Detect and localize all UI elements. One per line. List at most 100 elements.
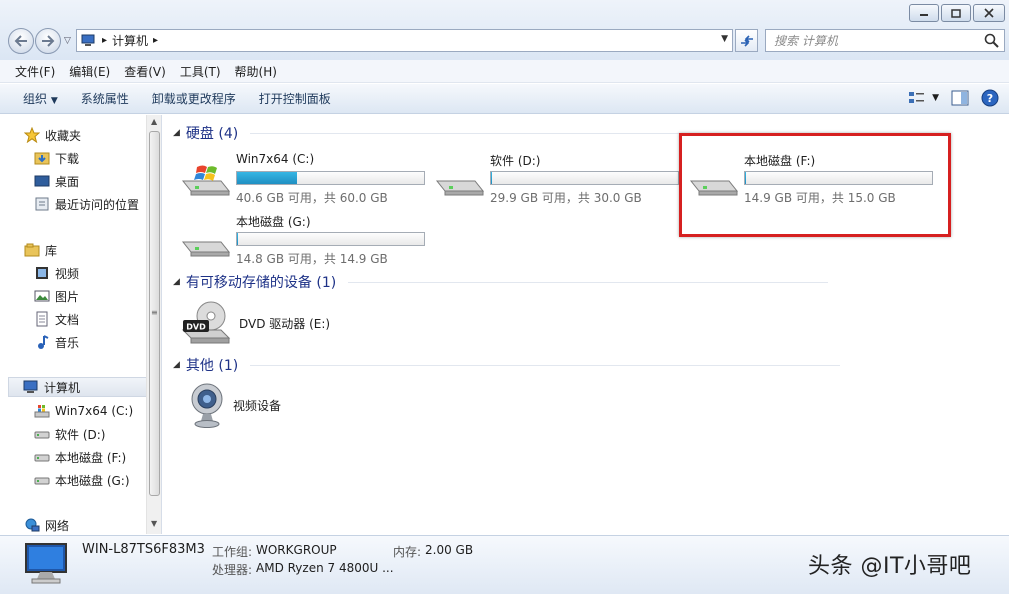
recent-pages-dropdown[interactable]: ▽	[64, 36, 71, 46]
workgroup-label: 工作组:	[212, 545, 253, 559]
back-button[interactable]	[8, 28, 34, 54]
menu-tools[interactable]: 工具(T)	[173, 63, 228, 80]
back-arrow-icon	[14, 35, 27, 47]
nav-videos-label: 视频	[55, 266, 80, 281]
nav-computer-label: 计算机	[44, 380, 81, 395]
drive-c[interactable]: Win7x64 (C:) 40.6 GB 可用，共 60.0 GB	[181, 151, 431, 207]
forward-button[interactable]	[35, 28, 61, 54]
webcam-icon	[191, 383, 223, 428]
video-device-name: 视频设备	[233, 398, 282, 413]
nav-drive-f[interactable]: 本地磁盘 (F:)	[34, 447, 126, 467]
nav-pictures[interactable]: 图片	[34, 286, 79, 306]
nav-pictures-label: 图片	[55, 289, 80, 304]
address-root-arrow[interactable]: ▸	[102, 35, 107, 46]
search-input[interactable]: 搜索 计算机	[765, 29, 1005, 52]
nav-documents-label: 文档	[55, 312, 80, 327]
minimize-icon	[920, 14, 928, 16]
nav-libraries-label: 库	[45, 243, 58, 258]
hard-drive-icon	[34, 454, 50, 462]
nav-scrollbar[interactable]: ▲ ≡ ▼	[146, 115, 161, 534]
computer-large-icon	[25, 543, 67, 584]
menu-view[interactable]: 查看(V)	[117, 63, 173, 80]
dvd-drive[interactable]: DVD DVD 驱动器 (E:)	[181, 298, 330, 348]
nav-music[interactable]: 音乐	[34, 332, 79, 352]
menu-edit[interactable]: 编辑(E)	[62, 63, 117, 80]
scroll-down-icon[interactable]: ▼	[151, 519, 157, 528]
address-bar[interactable]: ▸ 计算机 ▸ ▼	[76, 29, 733, 52]
minimize-button[interactable]	[909, 4, 939, 22]
collapse-triangle-icon[interactable]: ◢	[173, 128, 180, 138]
drive-d-usage-fill	[491, 172, 493, 184]
menu-file[interactable]: 文件(F)	[8, 63, 62, 80]
drive-c-name: Win7x64 (C:)	[236, 152, 315, 166]
nav-network[interactable]: 网络	[24, 515, 69, 534]
nav-documents[interactable]: 文档	[34, 309, 79, 329]
music-library-icon	[38, 335, 49, 349]
search-icon[interactable]	[984, 33, 999, 48]
change-view-button[interactable]: ▼	[908, 90, 939, 106]
scroll-up-icon[interactable]: ▲	[151, 117, 157, 126]
address-path-item[interactable]: 计算机	[112, 32, 148, 49]
nav-videos[interactable]: 视频	[34, 263, 79, 283]
group-removable-storage[interactable]: ◢ 有可移动存储的设备 (1)	[173, 272, 829, 292]
drive-c-usage-fill	[237, 172, 297, 184]
svg-text:?: ?	[987, 92, 993, 105]
title-bar: ▽ ▸ 计算机 ▸ ▼ 搜索 计算机	[0, 0, 1009, 60]
menu-help[interactable]: 帮助(H)	[228, 63, 284, 80]
organize-button[interactable]: 组织 ▼	[14, 90, 72, 107]
open-control-panel-button[interactable]: 打开控制面板	[250, 90, 345, 107]
group-divider	[348, 281, 829, 283]
group-divider	[250, 364, 841, 366]
uninstall-program-button[interactable]: 卸载或更改程序	[143, 90, 250, 107]
nav-drive-d-label: 软件 (D:)	[55, 427, 106, 442]
collapse-triangle-icon[interactable]: ◢	[173, 360, 180, 370]
command-bar: 组织 ▼ 系统属性 卸载或更改程序 打开控制面板 ▼ ?	[0, 84, 1009, 114]
nav-libraries[interactable]: 库	[24, 240, 57, 260]
nav-drive-d[interactable]: 软件 (D:)	[34, 424, 105, 444]
nav-drive-g[interactable]: 本地磁盘 (G:)	[34, 470, 130, 490]
nav-favorites-label: 收藏夹	[45, 128, 82, 143]
collapse-triangle-icon[interactable]: ◢	[173, 277, 180, 287]
view-options-icon	[909, 92, 925, 103]
system-properties-button[interactable]: 系统属性	[72, 90, 143, 107]
nav-desktop[interactable]: 桌面	[34, 171, 79, 191]
windows-drive-icon	[34, 405, 50, 418]
content-pane: ◢ 硬盘 (4) Win7x64 (C:) 40.6 GB 可用，共 60.0 …	[163, 115, 1009, 534]
nav-downloads[interactable]: 下载	[34, 148, 79, 168]
nav-favorites[interactable]: 收藏夹	[24, 125, 81, 145]
video-device[interactable]: 视频设备	[189, 380, 281, 430]
recent-places-icon	[35, 197, 49, 211]
desktop-icon	[34, 175, 50, 187]
drive-g-usage-bar	[236, 232, 425, 246]
chevron-down-icon: ▼	[50, 96, 58, 106]
nav-computer[interactable]: 计算机	[8, 377, 153, 397]
refresh-button[interactable]	[735, 29, 758, 52]
scroll-thumb[interactable]: ≡	[149, 131, 160, 496]
nav-music-label: 音乐	[55, 335, 80, 350]
red-highlight-box	[679, 133, 951, 237]
close-button[interactable]	[973, 4, 1005, 22]
group-hard-disks-title: 硬盘 (4)	[185, 126, 239, 142]
network-icon	[25, 518, 40, 532]
nav-drive-c[interactable]: Win7x64 (C:)	[34, 401, 133, 421]
hard-drive-icon	[34, 477, 50, 485]
help-icon[interactable]: ?	[981, 89, 999, 107]
group-other[interactable]: ◢ 其他 (1)	[173, 355, 841, 375]
forward-arrow-icon	[42, 35, 55, 47]
address-dropdown[interactable]: ▼	[721, 34, 728, 44]
windows-drive-icon	[181, 165, 231, 196]
drive-g-name: 本地磁盘 (G:)	[236, 215, 311, 229]
drive-d-free-space: 29.9 GB 可用，共 30.0 GB	[490, 191, 642, 205]
document-library-icon	[36, 311, 48, 327]
nav-desktop-label: 桌面	[55, 174, 80, 189]
drive-d[interactable]: 软件 (D:) 29.9 GB 可用，共 30.0 GB	[435, 151, 685, 207]
refresh-icon	[740, 34, 753, 47]
watermark: 头条 @IT小哥吧	[808, 554, 972, 579]
address-path-arrow[interactable]: ▸	[153, 35, 158, 46]
nav-recent-places[interactable]: 最近访问的位置	[34, 194, 139, 214]
video-library-icon	[36, 267, 48, 279]
downloads-folder-icon	[34, 152, 50, 165]
maximize-button[interactable]	[941, 4, 971, 22]
preview-pane-icon[interactable]	[951, 90, 969, 106]
drive-g[interactable]: 本地磁盘 (G:) 14.8 GB 可用，共 14.9 GB	[181, 212, 431, 268]
